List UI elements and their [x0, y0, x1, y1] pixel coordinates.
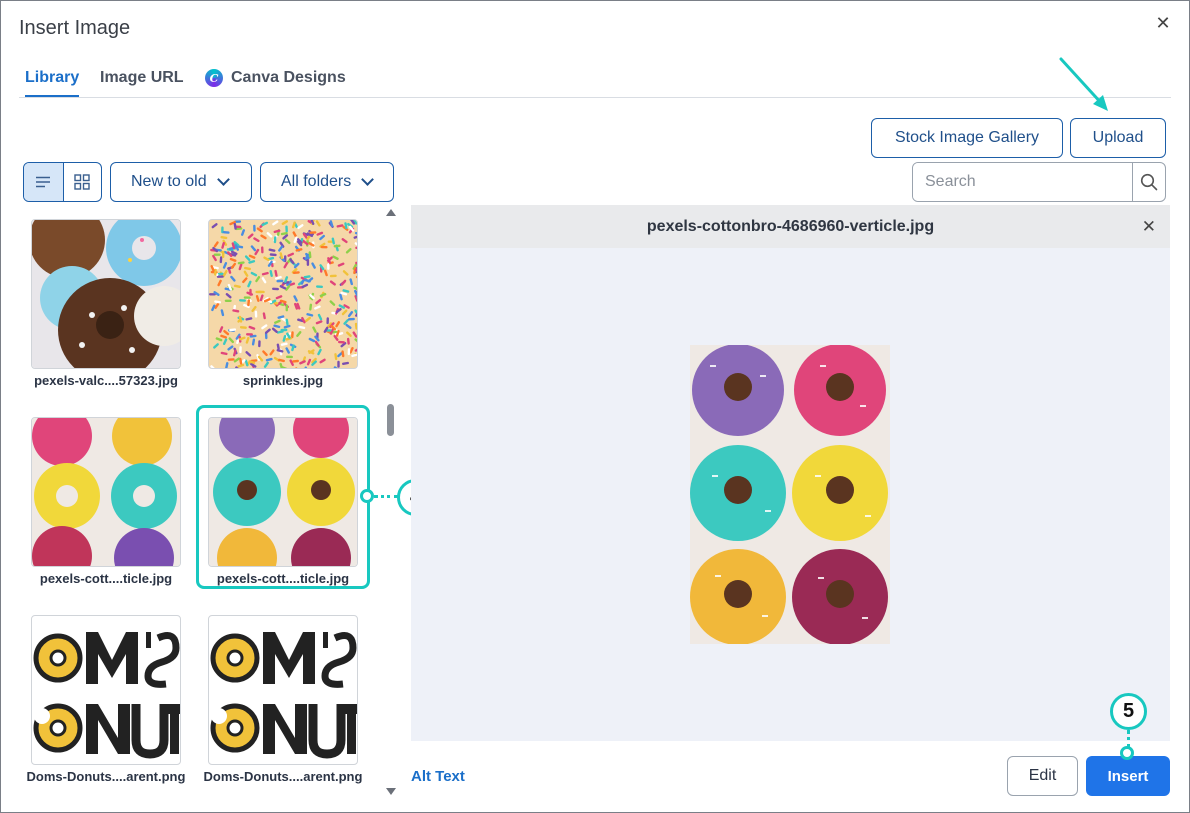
library-item-label: Doms-Donuts....arent.png — [203, 769, 363, 784]
folder-dropdown-label: All folders — [281, 173, 352, 190]
library-item[interactable]: Doms-Donuts....arent.png — [19, 603, 193, 787]
thumbnail-doms-donuts-logo — [31, 615, 181, 765]
library-item-label: pexels-cott....ticle.jpg — [216, 571, 350, 586]
preview-header: pexels-cottonbro-4686960-verticle.jpg ✕ — [411, 205, 1170, 248]
tab-bar: Library Image URL C Canva Designs — [19, 61, 1171, 98]
library-item-selected[interactable]: pexels-cott....ticle.jpg — [196, 405, 370, 589]
library-scrollbar[interactable] — [384, 206, 398, 798]
dialog-title: Insert Image — [19, 17, 131, 39]
edit-button[interactable]: Edit — [1007, 756, 1078, 796]
grid-view-button[interactable] — [62, 163, 102, 201]
thumbnail-chocolate-donuts — [31, 219, 181, 369]
thumbnail-doms-donuts-logo — [208, 615, 358, 765]
list-view-button[interactable] — [24, 163, 63, 201]
library-item-label: Doms-Donuts....arent.png — [26, 769, 186, 784]
canva-logo-icon: C — [205, 69, 223, 87]
thumbnail-donut-box-horizontal — [31, 417, 181, 567]
callout-anchor-dot — [360, 489, 374, 503]
image-preview-panel: pexels-cottonbro-4686960-verticle.jpg ✕ — [411, 205, 1170, 741]
library-item[interactable]: sprinkles.jpg — [196, 207, 370, 391]
library-item[interactable]: pexels-valc....57323.jpg — [19, 207, 193, 391]
tab-canva-designs[interactable]: C Canva Designs — [205, 69, 346, 95]
scroll-down-icon[interactable] — [386, 788, 396, 795]
scroll-up-icon[interactable] — [386, 209, 396, 216]
folder-dropdown[interactable]: All folders — [260, 162, 394, 202]
chevron-down-icon — [361, 173, 375, 186]
library-item[interactable]: pexels-cott....ticle.jpg — [19, 405, 193, 589]
alt-text-link[interactable]: Alt Text — [411, 768, 465, 785]
search-button[interactable] — [1132, 163, 1165, 201]
upload-button[interactable]: Upload — [1070, 118, 1166, 158]
sort-dropdown-label: New to old — [131, 173, 207, 190]
tab-image-url[interactable]: Image URL — [100, 69, 184, 95]
close-preview-icon[interactable]: ✕ — [1142, 217, 1156, 237]
close-icon[interactable]: ✕ — [1153, 13, 1173, 33]
thumbnail-donut-box-vertical — [208, 417, 358, 567]
list-view-icon — [36, 176, 51, 188]
library-item-label: pexels-cott....ticle.jpg — [39, 571, 173, 586]
thumbnail-sprinkles — [208, 219, 358, 369]
preview-image — [690, 345, 890, 644]
library-item-label: pexels-valc....57323.jpg — [34, 373, 178, 388]
image-library-grid: pexels-valc....57323.jpg sprinkles.jpg p… — [19, 206, 381, 801]
scrollbar-thumb[interactable] — [387, 404, 394, 436]
callout-anchor-dot — [1120, 746, 1134, 760]
grid-view-icon — [74, 174, 90, 190]
search-input[interactable] — [913, 163, 1132, 201]
stock-image-gallery-button[interactable]: Stock Image Gallery — [871, 118, 1063, 158]
pointer-arrow-icon — [1059, 57, 1108, 111]
library-item-label: sprinkles.jpg — [242, 373, 324, 388]
search-icon — [1140, 173, 1158, 191]
step-5-callout: 5 — [1110, 693, 1147, 730]
search-box — [912, 162, 1166, 202]
chevron-down-icon — [216, 173, 230, 186]
library-item[interactable]: Doms-Donuts....arent.png — [196, 603, 370, 787]
tab-library[interactable]: Library — [25, 69, 80, 97]
insert-button[interactable]: Insert — [1086, 756, 1170, 796]
sort-dropdown[interactable]: New to old — [110, 162, 252, 202]
view-toggle — [23, 162, 102, 202]
insert-image-dialog: Insert Image ✕ Library Image URL C Canva… — [0, 0, 1190, 813]
preview-filename: pexels-cottonbro-4686960-verticle.jpg — [646, 217, 935, 235]
callout-leader-line — [374, 495, 398, 498]
